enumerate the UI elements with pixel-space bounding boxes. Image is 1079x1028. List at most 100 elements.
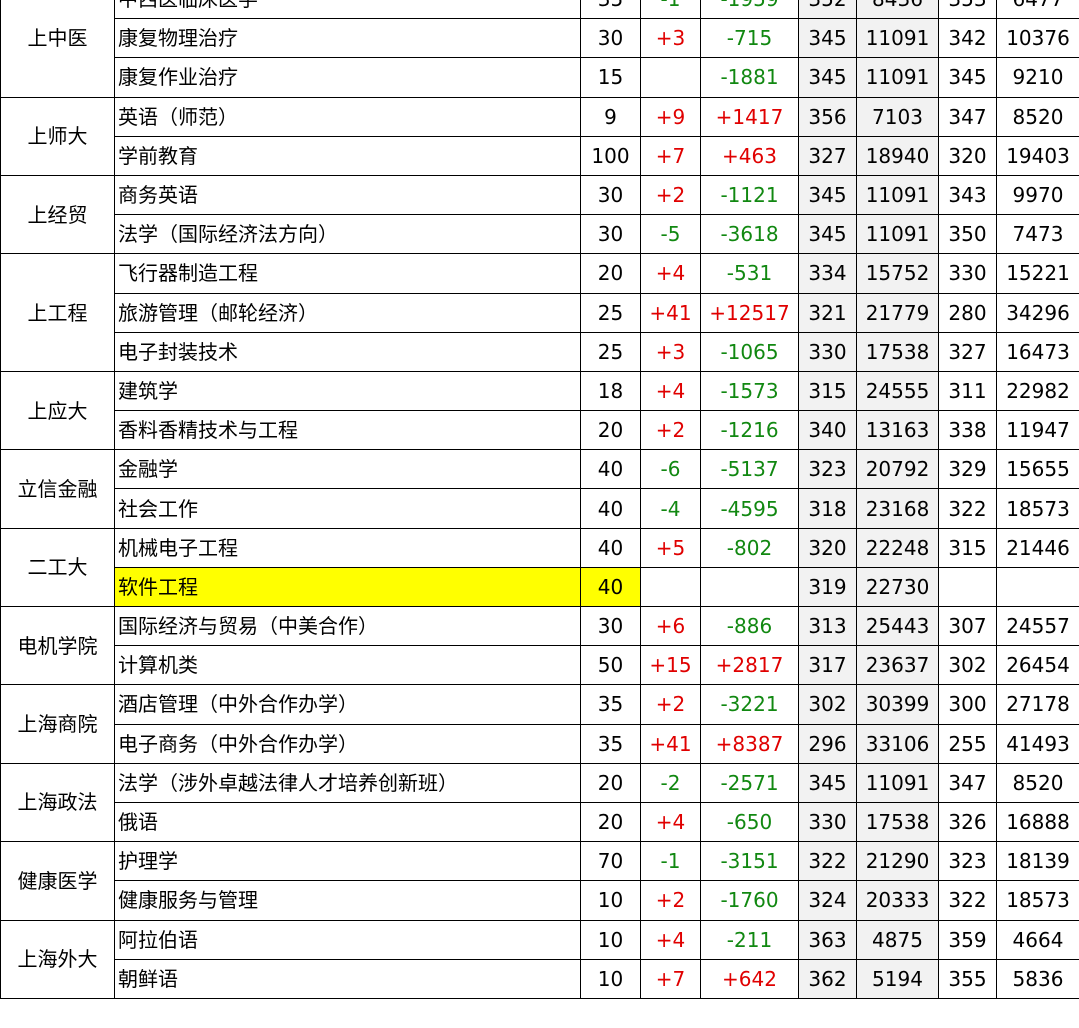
prev-rank-cell: 4664 <box>996 919 1079 960</box>
plan-count-cell: 30 <box>580 18 641 59</box>
prev-rank-cell: 18573 <box>996 488 1079 529</box>
score-cell: 324 <box>798 880 857 921</box>
table-body: 上中医中西医临床医学35-1-195935284363536477康复物理治疗3… <box>0 0 1079 999</box>
plan-change-cell: -5 <box>640 214 701 255</box>
plan-count-cell: 10 <box>580 958 641 999</box>
table-row: 上海外大 阿拉伯语 10 +4 -211 363 4875 359 4664 <box>0 919 1079 999</box>
rank-cell: 11091 <box>856 18 939 59</box>
plan-count-cell: 10 <box>580 919 641 960</box>
plan-count-cell: 20 <box>580 801 641 843</box>
major-cell: 护理学 <box>114 841 581 882</box>
prev-score-cell: 315 <box>938 527 997 568</box>
major-cell: 康复物理治疗 <box>114 18 581 59</box>
rank-change-cell: -1760 <box>700 880 799 921</box>
score-cell: 330 <box>798 331 857 372</box>
score-cell: 363 <box>798 919 857 960</box>
score-cell: 330 <box>798 801 857 843</box>
prev-score-cell: 350 <box>938 214 997 255</box>
score-cell: 345 <box>798 174 857 216</box>
major-cell: 中西医临床医学 <box>114 0 581 20</box>
rank-change-cell: +1417 <box>700 96 799 137</box>
plan-change-cell: +7 <box>640 958 701 999</box>
plan-count-cell: 30 <box>580 214 641 255</box>
table-row: 电机学院 国际经济与贸易（中美合作） 30 +6 -886 313 25443 307 2455… <box>0 605 1079 686</box>
plan-count-cell: 20 <box>580 253 641 294</box>
score-cell: 318 <box>798 488 857 529</box>
table-row: 健康服务与管理 10 +2 -1760 324 20333 322 18573 <box>1 880 1079 921</box>
prev-score-cell: 311 <box>938 370 997 412</box>
rank-cell: 20792 <box>856 449 939 490</box>
major-cell: 英语（师范） <box>114 96 581 137</box>
plan-change-cell: +7 <box>640 135 701 176</box>
major-cell: 商务英语 <box>114 174 581 216</box>
table-row: 上经贸 商务英语 30 +2 -1121 345 11091 343 9970 <box>0 174 1079 255</box>
rank-change-cell: -650 <box>700 801 799 843</box>
table-row: 上中医中西医临床医学35-1-195935284363536477 <box>0 0 1079 98</box>
rank-cell: 4875 <box>856 919 939 960</box>
prev-score-cell: 329 <box>938 449 997 490</box>
school-name-cell: 上海外大 <box>0 919 115 999</box>
table-row: 软件工程 40 319 22730 <box>1 566 1079 608</box>
table-row: 上工程 飞行器制造工程 20 +4 -531 334 15752 330 15221 <box>0 253 1079 372</box>
rank-change-cell: -3221 <box>700 684 799 725</box>
plan-change-cell: -6 <box>640 449 701 490</box>
plan-change-cell: +15 <box>640 645 701 686</box>
major-cell: 飞行器制造工程 <box>114 253 581 294</box>
plan-change-cell <box>640 566 701 608</box>
table-row: 健康医学 护理学 70 -1 -3151 322 21290 323 18139 <box>0 841 1079 921</box>
prev-score-cell: 347 <box>938 762 997 803</box>
score-cell: 317 <box>798 645 857 686</box>
plan-change-cell <box>640 57 701 98</box>
score-cell: 321 <box>798 292 857 333</box>
rank-change-cell: -531 <box>700 253 799 294</box>
score-cell: 319 <box>798 566 857 608</box>
school-name-cell: 电机学院 <box>0 605 115 686</box>
prev-score-cell: 255 <box>938 723 997 764</box>
table-row: 二工大 机械电子工程 40 +5 -802 320 22248 315 21446 <box>0 527 1079 608</box>
plan-change-cell: +4 <box>640 253 701 294</box>
plan-change-cell: -4 <box>640 488 701 529</box>
rank-change-cell: +2817 <box>700 645 799 686</box>
prev-score-cell: 300 <box>938 684 997 725</box>
major-cell: 康复作业治疗 <box>114 57 581 98</box>
plan-change-cell: +3 <box>640 331 701 372</box>
school-name-cell: 上海商院 <box>0 684 115 764</box>
rank-cell: 22248 <box>856 527 939 568</box>
prev-rank-cell: 26454 <box>996 645 1079 686</box>
prev-score-cell: 320 <box>938 135 997 176</box>
plan-count-cell: 9 <box>580 96 641 137</box>
prev-rank-cell: 8520 <box>996 96 1079 137</box>
plan-count-cell: 40 <box>580 488 641 529</box>
prev-rank-cell: 18139 <box>996 841 1079 882</box>
score-cell: 345 <box>798 57 857 98</box>
rank-change-cell: -5137 <box>700 449 799 490</box>
prev-score-cell: 338 <box>938 410 997 451</box>
table-row: 康复作业治疗 15 -1881 345 11091 345 9210 <box>1 57 1079 98</box>
major-cell: 计算机类 <box>114 645 581 686</box>
rank-change-cell: -802 <box>700 527 799 568</box>
school-name-cell: 上工程 <box>0 253 115 372</box>
prev-rank-cell: 27178 <box>996 684 1079 725</box>
school-name-cell: 上中医 <box>0 0 115 98</box>
rank-cell: 11091 <box>856 214 939 255</box>
rank-cell: 7103 <box>856 96 939 137</box>
plan-count-cell: 10 <box>580 880 641 921</box>
rank-change-cell: -1065 <box>700 331 799 372</box>
rank-cell: 23637 <box>856 645 939 686</box>
school-name-cell: 上海政法 <box>0 762 115 843</box>
prev-score-cell: 302 <box>938 645 997 686</box>
rank-change-cell: +642 <box>700 958 799 999</box>
rank-cell: 18940 <box>856 135 939 176</box>
major-cell: 朝鲜语 <box>114 958 581 999</box>
table-row: 上师大 英语（师范） 9 +9 +1417 356 7103 347 8520 <box>0 96 1079 176</box>
plan-change-cell: +2 <box>640 174 701 216</box>
prev-score-cell: 322 <box>938 880 997 921</box>
major-cell: 电子商务（中外合作办学） <box>114 723 581 764</box>
rank-cell: 11091 <box>856 762 939 803</box>
rank-cell: 25443 <box>856 605 939 647</box>
major-cell: 电子封装技术 <box>114 331 581 372</box>
plan-change-cell: +4 <box>640 919 701 960</box>
table-row: 学前教育 100 +7 +463 327 18940 320 19403 <box>1 135 1079 176</box>
score-cell: 362 <box>798 958 857 999</box>
rank-change-cell: -4595 <box>700 488 799 529</box>
